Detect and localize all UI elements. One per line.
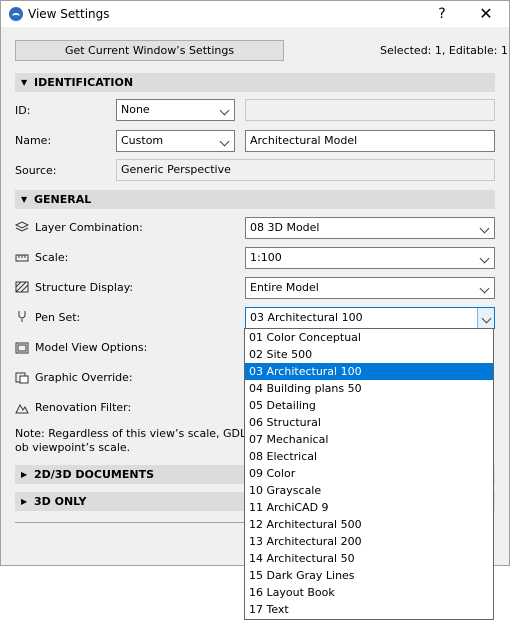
- pen-set-option[interactable]: 02 Site 500: [245, 346, 493, 363]
- chevron-down-icon: [479, 223, 490, 234]
- chevron-down-icon: [481, 313, 492, 324]
- pen-icon: [18, 311, 26, 322]
- pen-set-option[interactable]: 08 Electrical: [245, 448, 493, 465]
- pen-set-option[interactable]: 07 Mechanical: [245, 431, 493, 448]
- general-section-header[interactable]: ▼ GENERAL: [15, 190, 495, 209]
- expand-arrow-icon: ▶: [21, 497, 28, 506]
- hatch-icon: [15, 281, 29, 293]
- source-label: Source:: [15, 164, 57, 177]
- pen-set-option[interactable]: 09 Color: [245, 465, 493, 482]
- structure-display-value: Entire Model: [250, 281, 319, 294]
- layer-combination-select[interactable]: 08 3D Model: [245, 217, 495, 239]
- window-title: View Settings: [28, 7, 110, 21]
- ruler-icon: [15, 254, 29, 262]
- close-button[interactable]: ✕: [475, 3, 497, 25]
- renovation-filter-label: Renovation Filter:: [35, 401, 132, 414]
- id-select[interactable]: None: [116, 99, 235, 121]
- layers-icon: [15, 221, 29, 232]
- pen-set-option[interactable]: 15 Dark Gray Lines: [245, 567, 493, 584]
- pen-set-option[interactable]: 14 Architectural 50: [245, 550, 493, 567]
- chevron-down-icon: [479, 253, 490, 264]
- identification-section-header[interactable]: ▼ IDENTIFICATION: [15, 73, 495, 92]
- pen-set-option[interactable]: 12 Architectural 500: [245, 516, 493, 533]
- pen-set-option[interactable]: 06 Structural: [245, 414, 493, 431]
- expand-arrow-icon: ▶: [21, 470, 28, 479]
- pen-set-option[interactable]: 03 Architectural 100: [245, 363, 493, 380]
- pen-set-select[interactable]: 03 Architectural 100: [245, 307, 495, 329]
- general-header-label: GENERAL: [34, 193, 92, 206]
- dropdown-toggle[interactable]: [477, 308, 494, 328]
- structure-display-select[interactable]: Entire Model: [245, 277, 495, 299]
- name-label: Name:: [15, 134, 52, 147]
- get-current-window-settings-button[interactable]: Get Current Window’s Settings: [15, 40, 284, 61]
- help-button[interactable]: ?: [431, 3, 453, 25]
- pen-set-option[interactable]: 11 ArchiCAD 9: [245, 499, 493, 516]
- name-select-value: Custom: [121, 134, 164, 147]
- pen-set-option[interactable]: 13 Architectural 200: [245, 533, 493, 550]
- collapse-arrow-icon: ▼: [21, 78, 28, 87]
- pen-set-option[interactable]: 17 Text: [245, 601, 493, 618]
- collapse-arrow-icon: ▼: [21, 195, 28, 204]
- selection-info: Selected: 1, Editable: 1: [380, 44, 508, 57]
- pen-set-option[interactable]: 04 Building plans 50: [245, 380, 493, 397]
- model-view-options-label: Model View Options:: [35, 341, 148, 354]
- pen-set-label: Pen Set:: [35, 311, 81, 324]
- pen-set-option[interactable]: 10 Grayscale: [245, 482, 493, 499]
- id-label: ID:: [15, 104, 31, 117]
- chevron-down-icon: [479, 283, 490, 294]
- layer-combination-value: 08 3D Model: [250, 221, 320, 234]
- chevron-down-icon: [219, 136, 230, 147]
- pen-set-option[interactable]: 05 Detailing: [245, 397, 493, 414]
- model-view-icon: [15, 342, 29, 354]
- chevron-down-icon: [219, 105, 230, 116]
- archicad-logo-icon: [9, 7, 23, 21]
- 3d-only-header-label: 3D ONLY: [34, 495, 87, 508]
- title-bar: View Settings ? ✕: [1, 1, 509, 27]
- divider: [15, 522, 245, 523]
- name-input[interactable]: Architectural Model: [245, 130, 495, 152]
- graphic-override-label: Graphic Override:: [35, 371, 133, 384]
- id-custom-input: [245, 99, 495, 121]
- scale-label: Scale:: [35, 251, 69, 264]
- scale-value: 1:100: [250, 251, 282, 264]
- scale-note: Note: Regardless of this view’s scale, G…: [15, 427, 247, 454]
- id-select-value: None: [121, 103, 150, 116]
- layer-combination-label: Layer Combination:: [35, 221, 143, 234]
- scale-select[interactable]: 1:100: [245, 247, 495, 269]
- source-field: Generic Perspective: [116, 159, 495, 181]
- pen-set-option[interactable]: 01 Color Conceptual: [245, 329, 493, 346]
- identification-header-label: IDENTIFICATION: [34, 76, 134, 89]
- documents-header-label: 2D/3D DOCUMENTS: [34, 468, 154, 481]
- name-select[interactable]: Custom: [116, 130, 235, 152]
- pen-set-value: 03 Architectural 100: [250, 311, 363, 324]
- pen-set-option[interactable]: 16 Layout Book: [245, 584, 493, 601]
- override-icon: [15, 372, 29, 384]
- filter-icon: [15, 403, 29, 414]
- structure-display-label: Structure Display:: [35, 281, 134, 294]
- pen-set-dropdown-list[interactable]: 01 Color Conceptual 02 Site 500 03 Archite…: [244, 328, 494, 620]
